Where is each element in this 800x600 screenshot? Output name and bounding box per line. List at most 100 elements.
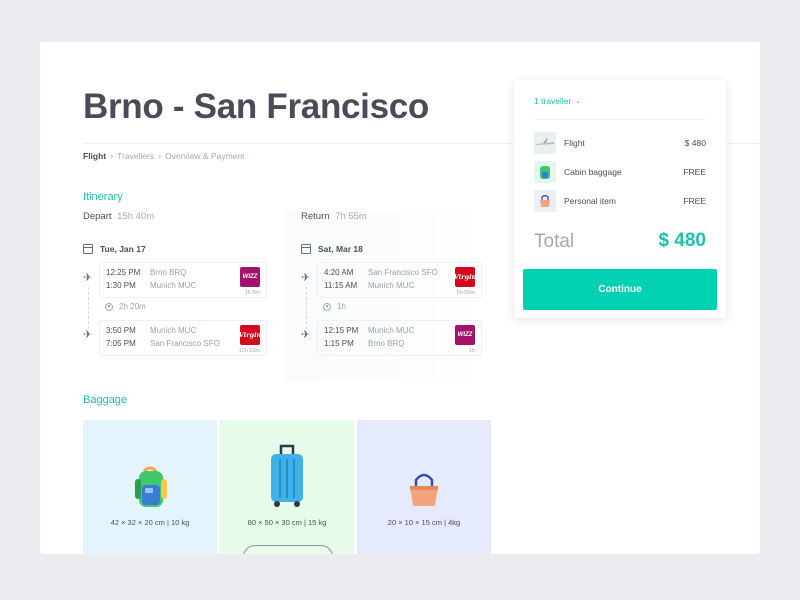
total-label: Total (534, 231, 575, 252)
segment-times: 12:25 PM 1:30 PM (106, 267, 140, 292)
return-duration: 7h 55m (335, 211, 367, 222)
depart-date: Tue, Jan 17 (100, 244, 146, 254)
itinerary-heading: Itinerary (83, 191, 123, 203)
chevron-right-icon: › (110, 151, 114, 161)
baggage-option-handbag[interactable]: 20 × 10 × 15 cm | 4kg (357, 420, 491, 554)
departure-time: 3:50 PM (106, 326, 136, 335)
return-date: Sat, Mar 18 (318, 244, 363, 254)
route-dashed-line (88, 287, 89, 329)
arrival-airport: Munich MUC (368, 280, 415, 290)
arrival-airport: Munich MUC (150, 280, 197, 290)
departure-time: 4:20 AM (324, 268, 354, 277)
segment-times: 3:50 PM 7:05 PM (106, 325, 136, 350)
airplane-icon: ✈ (301, 272, 311, 284)
breadcrumb-item-overview-payment[interactable]: Overview & Payment (165, 151, 244, 161)
arrival-time: 7:05 PM (106, 338, 136, 348)
segment-places: Munich MUC Brno BRQ (368, 325, 414, 350)
summary-item-price: FREE (683, 167, 706, 177)
segment-places: San Francisco SFO Munich MUC (368, 267, 438, 292)
baggage-option-backpack[interactable]: 42 × 32 × 20 cm | 10 kg (83, 420, 217, 554)
departure-time: 12:15 PM (324, 326, 359, 335)
return-column: Return 7h 55m Sat, Mar 18 ✈ ✈ 4:20 AM 11… (284, 211, 484, 381)
arrival-airport: San Francisco SFO (150, 338, 220, 348)
flight-duration: 1h 5m (244, 290, 260, 296)
baggage-dimensions: 80 × 50 × 30 cm | 15 kg (247, 518, 327, 527)
virgin-atlantic-logo: Virgin (239, 325, 261, 345)
baggage-option-suitcase[interactable]: 80 × 50 × 30 cm | 15 kg (220, 420, 354, 554)
segment-places: Brno BRQ Munich MUC (150, 267, 196, 292)
departure-airport: Munich MUC (368, 326, 415, 335)
total-value: $ 480 (658, 230, 706, 251)
handbag-icon (534, 190, 556, 212)
departure-airport: Brno BRQ (150, 268, 187, 277)
select-baggage-button[interactable] (243, 545, 333, 554)
summary-divider (534, 119, 706, 120)
depart-column: Depart 15h 40m Tue, Jan 17 ✈ ✈ 12:25 PM … (83, 211, 283, 356)
flight-duration: 12h 15m (238, 348, 260, 354)
flight-segment[interactable]: 3:50 PM 7:05 PM Munich MUC San Francisco… (99, 320, 267, 356)
airplane-icon: ✈ (301, 329, 311, 341)
route-dashed-line (306, 287, 307, 329)
return-header: Return 7h 55m (301, 211, 484, 222)
breadcrumb-item-flight[interactable]: Flight (83, 151, 106, 161)
summary-item-cabin-baggage: Cabin baggage FREE (534, 161, 706, 183)
baggage-dimensions: 20 × 10 × 15 cm | 4kg (387, 518, 461, 527)
backpack-icon (534, 161, 556, 183)
page-title: Brno - San Francisco (83, 87, 430, 126)
clock-icon (323, 302, 331, 311)
arrival-time: 11:15 AM (324, 280, 358, 290)
layover-duration: 1h (337, 302, 346, 311)
depart-label: Depart (83, 211, 112, 222)
departure-time: 12:25 PM (106, 268, 141, 277)
segment-times: 4:20 AM 11:15 AM (324, 267, 357, 292)
layover-duration: 2h 20m (119, 302, 146, 311)
baggage-heading: Baggage (83, 394, 128, 406)
breadcrumb-item-travellers[interactable]: Travellers (117, 151, 154, 161)
backpack-icon (135, 466, 167, 507)
chevron-right-icon: › (158, 151, 162, 161)
summary-item-price: $ 480 (684, 138, 706, 148)
summary-item-price: FREE (683, 196, 706, 206)
calendar-icon (83, 244, 93, 254)
wizz-air-logo: WIZZ (455, 325, 475, 345)
airplane-icon: ✈ (83, 272, 93, 284)
return-label: Return (301, 211, 330, 222)
wizz-air-logo: WIZZ (240, 267, 260, 287)
depart-header: Depart 15h 40m (83, 211, 283, 222)
virgin-atlantic-logo: Virgin (454, 267, 476, 287)
traveller-count: 1 traveller (534, 96, 572, 106)
segment-places: Munich MUC San Francisco SFO (150, 325, 220, 350)
depart-date-row: Tue, Jan 17 (83, 244, 146, 254)
flight-segment[interactable]: 4:20 AM 11:15 AM San Francisco SFO Munic… (317, 262, 482, 298)
arrival-time: 1:30 PM (106, 280, 136, 290)
flight-duration: 1h (468, 348, 475, 354)
suitcase-icon (271, 444, 303, 507)
booking-summary-panel: 1 traveller ⌄ Flight $ 480 Cabin baggage… (514, 80, 726, 318)
return-date-row: Sat, Mar 18 (301, 244, 363, 254)
layover-row: 1h (323, 302, 346, 311)
baggage-options: 42 × 32 × 20 cm | 10 kg 80 × 50 × 30 cm … (83, 420, 491, 554)
departure-airport: Munich MUC (150, 326, 197, 335)
departure-airport: San Francisco SFO (368, 268, 438, 277)
chevron-down-icon: ⌄ (575, 98, 582, 105)
calendar-icon (301, 244, 311, 254)
summary-item-name: Personal item (564, 196, 616, 206)
arrival-time: 1:15 PM (324, 338, 354, 348)
airplane-icon (534, 132, 556, 154)
summary-item-flight: Flight $ 480 (534, 132, 706, 154)
arrival-airport: Brno BRQ (368, 338, 405, 348)
summary-item-name: Flight (564, 138, 585, 148)
baggage-dimensions: 42 × 32 × 20 cm | 10 kg (110, 518, 190, 527)
flight-segment[interactable]: 12:25 PM 1:30 PM Brno BRQ Munich MUC WIZ… (99, 262, 267, 298)
continue-button[interactable]: Continue (523, 269, 717, 310)
breadcrumb: Flight › Travellers › Overview & Payment (83, 151, 245, 161)
flight-duration: 5h 55m (456, 290, 475, 296)
segment-times: 12:15 PM 1:15 PM (324, 325, 358, 350)
flight-segment[interactable]: 12:15 PM 1:15 PM Munich MUC Brno BRQ WIZ… (317, 320, 482, 356)
traveller-selector[interactable]: 1 traveller ⌄ (534, 96, 581, 106)
summary-item-personal-item: Personal item FREE (534, 190, 706, 212)
handbag-icon (410, 473, 438, 506)
airplane-icon: ✈ (83, 329, 93, 341)
clock-icon (105, 302, 113, 311)
layover-row: 2h 20m (105, 302, 146, 311)
